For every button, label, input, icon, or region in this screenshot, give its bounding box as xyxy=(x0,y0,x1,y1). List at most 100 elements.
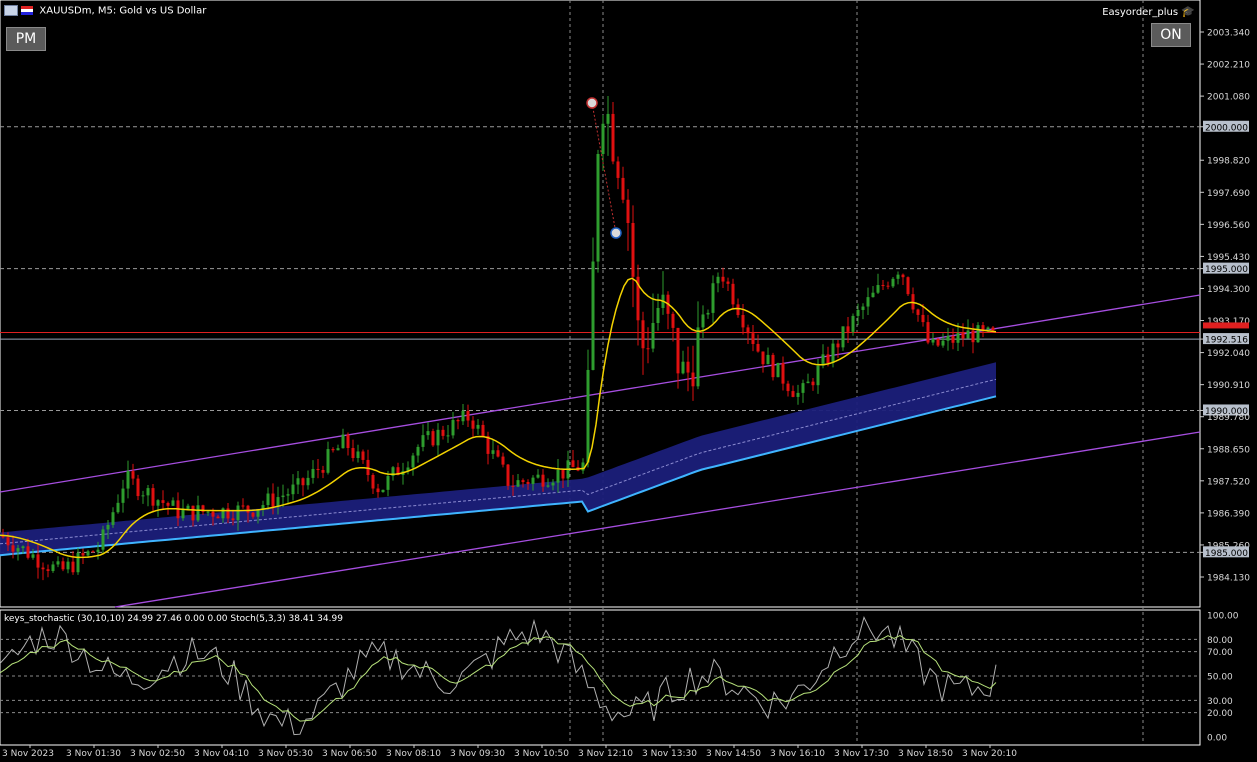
price-label: 1998.820 xyxy=(1207,157,1250,167)
candle-body xyxy=(216,516,220,519)
candle-body xyxy=(111,512,115,525)
candle-body xyxy=(791,391,795,397)
candle-body xyxy=(426,431,430,436)
candle-body xyxy=(41,567,45,570)
candle-body xyxy=(56,561,60,565)
candle-body xyxy=(926,322,930,343)
candle-body xyxy=(126,471,130,489)
candle-body xyxy=(206,511,210,513)
expert-advisor-label[interactable]: Easyorder_plus 🎓 xyxy=(1102,5,1195,18)
candle-body xyxy=(546,485,550,487)
time-axis: 3 Nov 2023 3 Nov 01:30 3 Nov 02:50 3 Nov 04… xyxy=(2,745,1017,759)
candle-body xyxy=(726,281,730,284)
candle-body xyxy=(326,449,330,473)
candle-body xyxy=(306,477,310,486)
candle-body xyxy=(601,123,605,155)
candle-body xyxy=(881,285,885,287)
candle-body xyxy=(291,484,295,495)
candle-body xyxy=(781,362,785,384)
stoch-level-label: 100.00 xyxy=(1207,612,1239,622)
regression-channel xyxy=(0,294,1201,608)
candle-body xyxy=(681,361,685,374)
candle-body xyxy=(896,274,900,279)
candle-body xyxy=(91,551,95,553)
candle-body xyxy=(841,326,845,348)
candle-body xyxy=(876,285,880,293)
candle-body xyxy=(161,500,165,503)
candle-body xyxy=(931,338,935,343)
candle-body xyxy=(341,434,345,449)
candle-body xyxy=(686,361,690,373)
time-label: 3 Nov 17:30 xyxy=(834,749,889,759)
ma-band-fill xyxy=(0,362,996,556)
candle-body xyxy=(181,509,185,519)
candle-body xyxy=(106,524,110,530)
price-axis: 2003.340 2002.210 2001.080 2000.000 1998.820… xyxy=(1200,29,1250,584)
candle-body xyxy=(761,351,765,365)
candle-body xyxy=(451,420,455,436)
candle-body xyxy=(96,549,100,553)
time-label: 3 Nov 2023 xyxy=(2,749,54,759)
candle-body xyxy=(231,518,235,521)
candle-body xyxy=(386,476,390,490)
candle-body xyxy=(156,500,160,506)
candle-body xyxy=(651,322,655,349)
time-label: 3 Nov 10:50 xyxy=(514,749,569,759)
candle-body xyxy=(186,505,190,510)
stoch-level-label: 20.00 xyxy=(1207,709,1233,719)
time-label: 3 Nov 16:10 xyxy=(770,749,825,759)
price-label: 1989.780 xyxy=(1207,413,1250,423)
candle-body xyxy=(441,429,445,436)
time-label: 3 Nov 01:30 xyxy=(66,749,121,759)
time-label: 3 Nov 13:30 xyxy=(642,749,697,759)
candle-body xyxy=(861,306,865,310)
price-label: 1996.560 xyxy=(1207,221,1250,231)
bid-box xyxy=(1203,322,1249,329)
candle-body xyxy=(346,434,350,449)
price-box-label: 2000.000 xyxy=(1205,123,1248,133)
candle-body xyxy=(786,383,790,392)
candle-body xyxy=(466,410,470,421)
candle-body xyxy=(471,420,475,429)
candle-body xyxy=(491,450,495,454)
candle-body xyxy=(256,510,260,517)
candle-body xyxy=(991,327,995,331)
candle-body xyxy=(571,460,575,468)
flag-icon xyxy=(21,6,34,15)
candle-body xyxy=(966,330,970,339)
candle-body xyxy=(356,451,360,459)
candle-body xyxy=(906,277,910,295)
time-label: 3 Nov 20:10 xyxy=(962,749,1017,759)
candle-body xyxy=(76,553,80,573)
on-button[interactable]: ON xyxy=(1151,23,1191,47)
candle-body xyxy=(956,333,960,343)
candle-body xyxy=(676,327,680,374)
time-label: 3 Nov 18:50 xyxy=(898,749,953,759)
candle-body xyxy=(646,348,650,350)
candle-body xyxy=(381,489,385,493)
candle-body xyxy=(551,482,555,486)
chart-canvas[interactable]: 2003.340 2002.210 2001.080 2000.000 1998.820… xyxy=(0,0,1257,762)
candle-body xyxy=(951,335,955,343)
price-label: 1984.130 xyxy=(1207,574,1250,584)
candle-body xyxy=(751,333,755,344)
candle-body xyxy=(146,488,150,496)
time-label: 3 Nov 09:30 xyxy=(450,749,505,759)
candle-body xyxy=(741,315,745,328)
stoch-level-label: 30.00 xyxy=(1207,697,1233,707)
candle-body xyxy=(826,354,830,364)
candle-body xyxy=(976,325,980,343)
stochastic-subwindow: 100.00 80.00 70.00 50.00 30.00 20.00 0.00 xyxy=(0,612,1239,744)
stoch-level-label: 70.00 xyxy=(1207,648,1233,658)
candle-body xyxy=(921,314,925,323)
candle-body xyxy=(501,456,505,465)
candle-body xyxy=(446,435,450,437)
pm-button[interactable]: PM xyxy=(6,27,46,51)
candle-body xyxy=(621,177,625,200)
window-header: XAUUSDm, M5: Gold vs US Dollar xyxy=(4,5,206,17)
candle-body xyxy=(626,199,630,224)
grid-lines xyxy=(0,0,1201,746)
candle-body xyxy=(246,505,250,513)
candle-body xyxy=(116,502,120,513)
candle-body xyxy=(946,335,950,341)
